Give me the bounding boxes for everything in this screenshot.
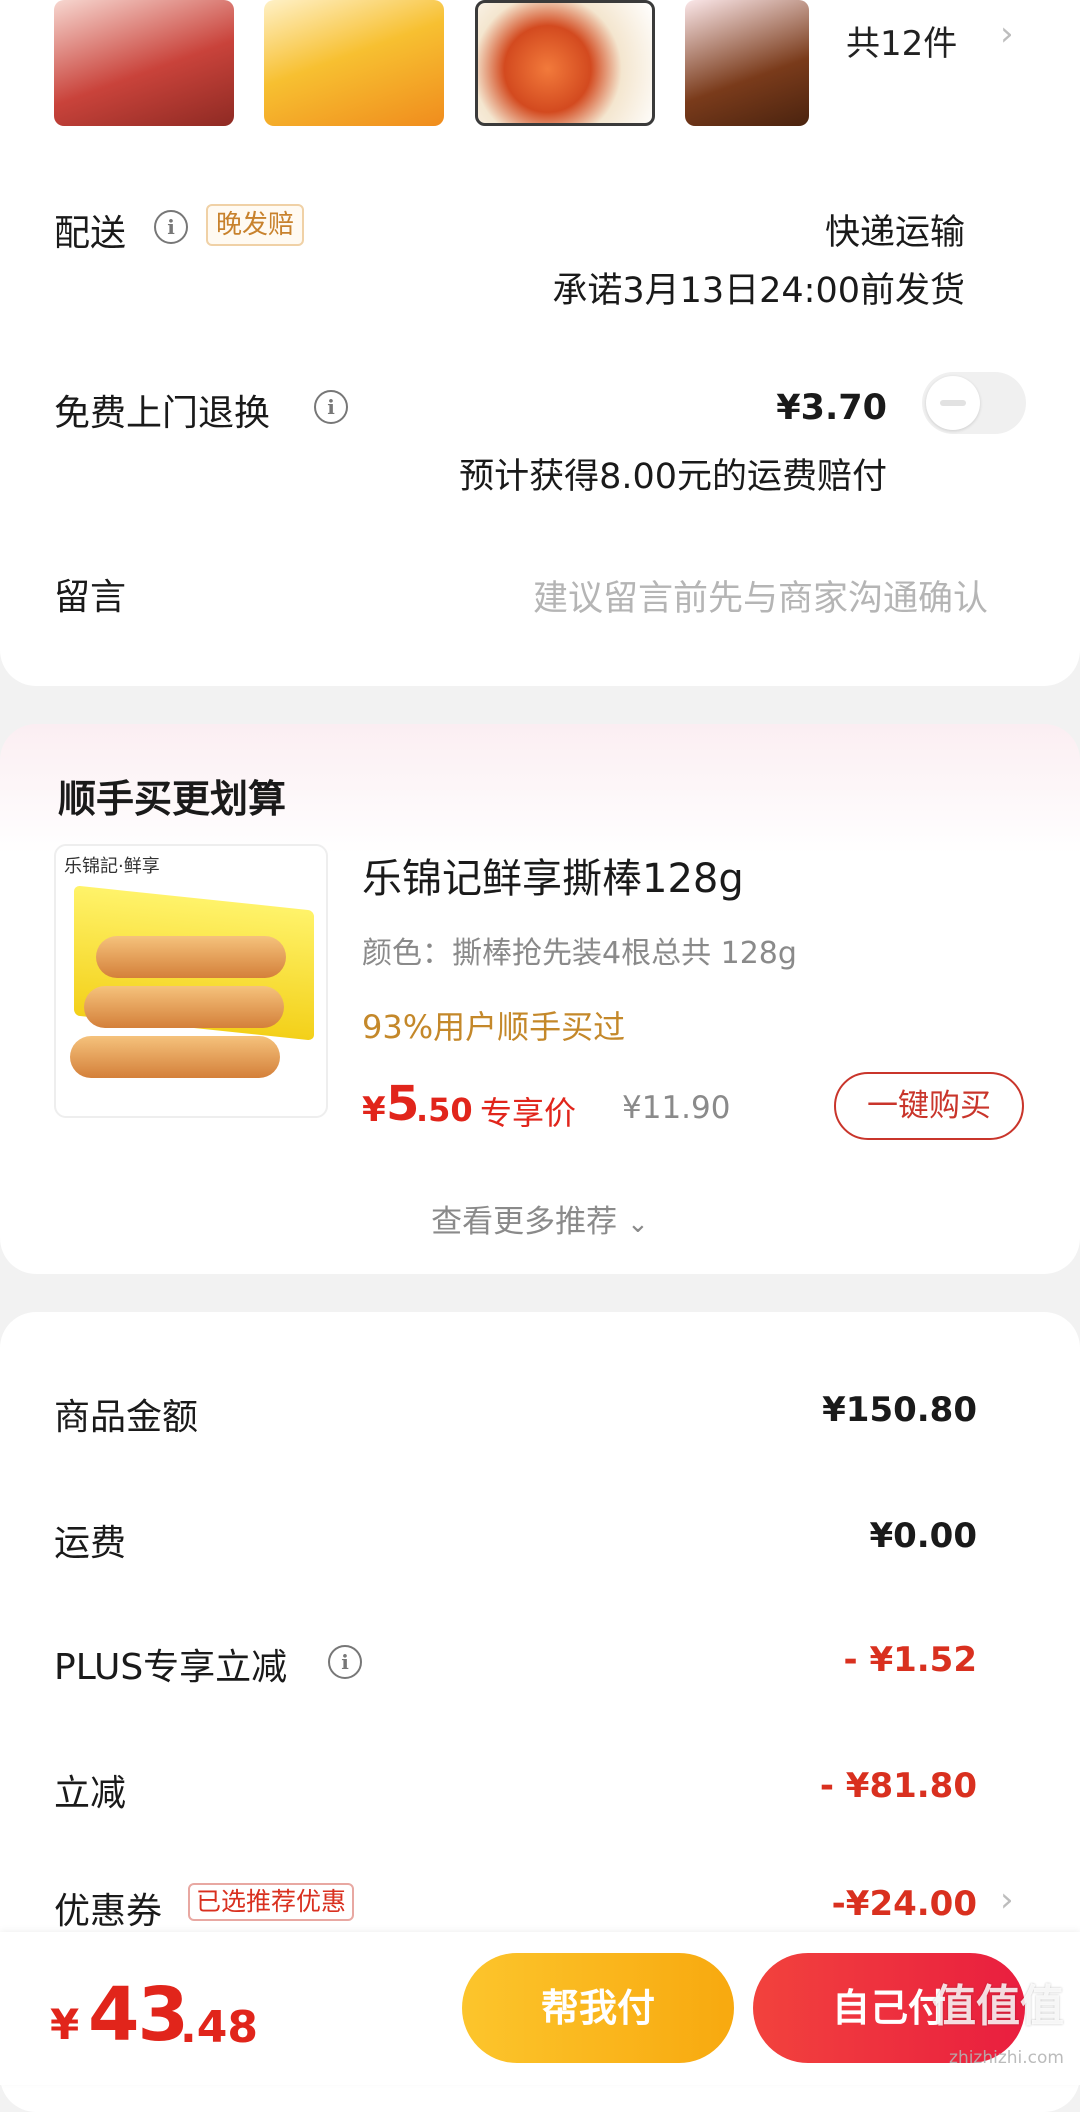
summary-row-value: - ¥81.80 — [819, 1766, 977, 1806]
free-return-toggle[interactable] — [922, 372, 1026, 434]
checkout-bar: ¥ 43 .48 帮我付 自己付 值值值 zhizhizhi.com — [0, 1932, 1080, 2085]
late-delivery-badge: 晚发赔 — [206, 204, 305, 246]
coupon-recommended-badge: 已选推荐优惠 — [188, 1883, 355, 1921]
toggle-knob — [926, 376, 980, 430]
bread-graphic — [96, 936, 286, 978]
upsell-product-spec[interactable]: 颜色：撕棒抢先装4根总共 128g — [362, 928, 797, 972]
summary-row-label: 运费 — [54, 1523, 127, 1564]
upsell-bought-ratio: 93%用户顺手买过 — [362, 1008, 626, 1046]
chevron-down-icon: ⌄ — [627, 1209, 649, 1239]
total-amount-integer: 43 — [88, 1972, 189, 2058]
info-icon[interactable]: i — [314, 390, 348, 424]
product-thumbnail[interactable] — [264, 0, 444, 126]
watermark-logo: 值值值 — [932, 1981, 1064, 2032]
message-input[interactable]: 建议留言前先与商家沟通确认 — [533, 570, 988, 621]
item-count[interactable]: 共12件 — [846, 16, 957, 65]
upsell-product-name[interactable]: 乐锦记鲜享撕棒128g — [362, 846, 744, 904]
order-detail-card: 共12件 › 配送 i 晚发赔 快递运输 承诺3月13日24:00前发货 免费上… — [0, 0, 1080, 686]
free-return-label: 免费上门退换 — [54, 393, 271, 434]
one-click-buy-button[interactable]: 一键购买 — [834, 1072, 1024, 1140]
original-price: ¥11.90 — [622, 1090, 731, 1126]
summary-row-label: PLUS专享立减 — [54, 1647, 288, 1688]
delivery-label: 配送 — [54, 213, 127, 254]
bread-graphic — [70, 1036, 280, 1078]
message-label: 留言 — [54, 577, 127, 618]
coupon-value[interactable]: -¥24.00 — [832, 1884, 977, 1924]
summary-row-label: 优惠券 — [54, 1891, 163, 1932]
chevron-right-icon[interactable]: › — [1000, 14, 1014, 54]
freight-compensation-note: 预计获得8.00元的运费赔付 — [459, 457, 887, 497]
delivery-method[interactable]: 快递运输 — [825, 204, 965, 255]
total-amount-decimal: .48 — [180, 2002, 258, 2053]
bread-graphic — [84, 986, 284, 1028]
product-thumbnail[interactable] — [685, 0, 809, 126]
product-thumbnail[interactable] — [54, 0, 234, 126]
chevron-right-icon[interactable]: › — [1000, 1880, 1014, 1920]
summary-row-label: 商品金额 — [54, 1397, 199, 1438]
price-integer: 5 — [386, 1076, 420, 1132]
info-icon[interactable]: i — [154, 210, 188, 244]
summary-row-label: 立减 — [54, 1773, 127, 1814]
total-currency-symbol: ¥ — [50, 2000, 80, 2049]
exclusive-price-label: 专享价 — [480, 1094, 577, 1132]
free-return-price: ¥3.70 — [776, 388, 887, 428]
info-icon[interactable]: i — [328, 1645, 362, 1679]
upsell-product-image[interactable]: 乐锦記·鲜享 — [54, 844, 328, 1118]
more-recommendations-label: 查看更多推荐 — [431, 1204, 618, 1240]
price-decimal: .50 — [416, 1091, 473, 1129]
product-thumbnail[interactable] — [475, 0, 655, 126]
watermark-url: zhizhizhi.com — [949, 2048, 1064, 2068]
price-symbol: ¥ — [362, 1090, 386, 1130]
upsell-card: 顺手买更划算 乐锦記·鲜享 乐锦记鲜享撕棒128g 颜色：撕棒抢先装4根总共 1… — [0, 724, 1080, 1274]
more-recommendations-link[interactable]: 查看更多推荐 ⌄ — [0, 1196, 1080, 1241]
upsell-title: 顺手买更划算 — [58, 777, 287, 821]
delivery-promise: 承诺3月13日24:00前发货 — [552, 271, 965, 311]
summary-row-value: - ¥1.52 — [843, 1640, 978, 1680]
help-pay-button[interactable]: 帮我付 — [462, 1953, 734, 2063]
summary-row-value: ¥150.80 — [822, 1390, 977, 1430]
brand-logo: 乐锦記·鲜享 — [64, 856, 160, 877]
summary-row-value: ¥0.00 — [869, 1516, 977, 1556]
